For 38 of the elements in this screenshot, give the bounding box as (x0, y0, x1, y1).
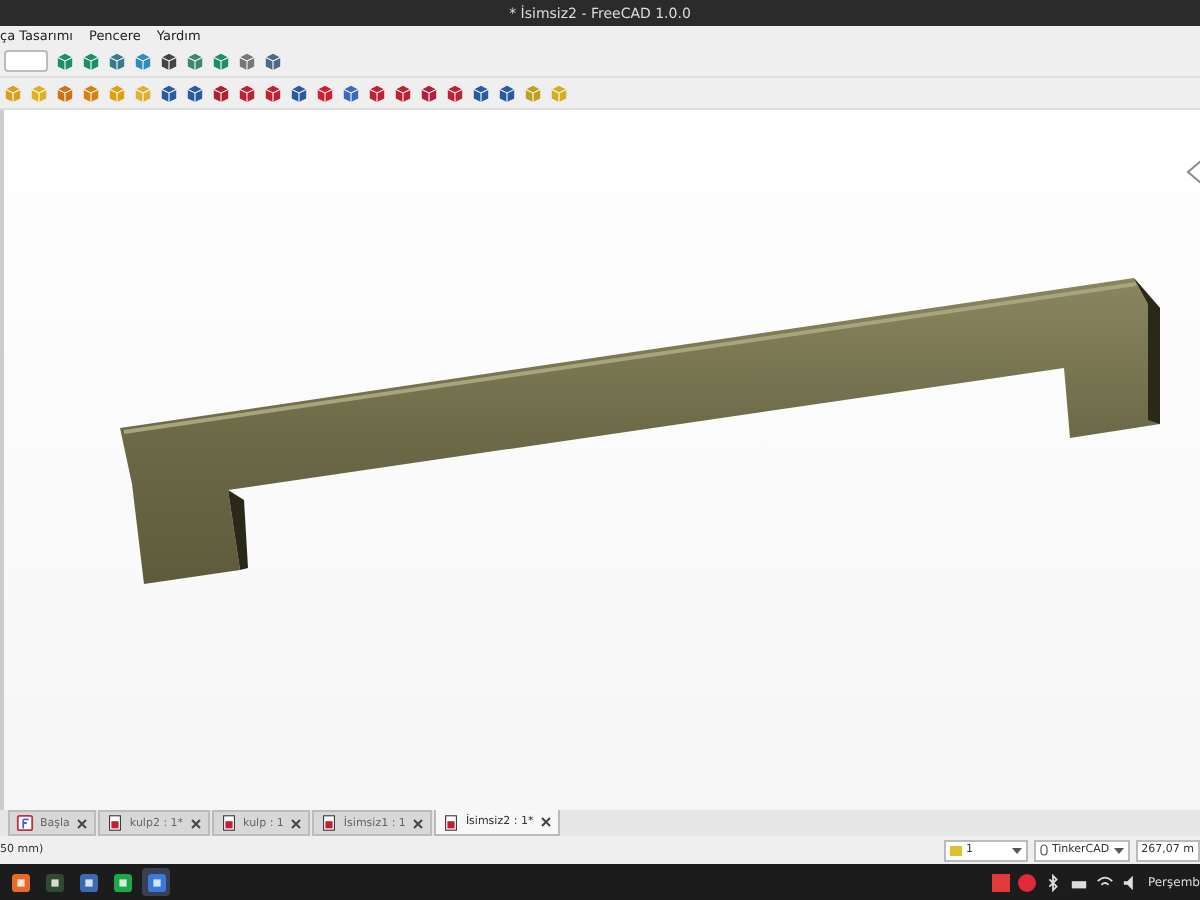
start-page-icon (16, 814, 34, 832)
cube-icon[interactable] (160, 84, 178, 102)
caret-icon (1113, 847, 1124, 853)
close-icon[interactable] (411, 817, 424, 829)
cube-icon[interactable] (316, 84, 334, 102)
box-icon[interactable] (82, 84, 100, 102)
cube-icon[interactable] (420, 84, 438, 102)
close-icon[interactable] (75, 817, 88, 829)
cube-icon[interactable] (264, 84, 282, 102)
cube-view-icon[interactable] (108, 52, 126, 70)
document-icon (319, 814, 338, 832)
mouse-icon (1039, 844, 1048, 856)
cube-icon[interactable] (212, 84, 230, 102)
cabinet-handle-drawing[interactable] (120, 278, 1160, 584)
document-icon (441, 813, 460, 831)
taskbar-app[interactable] (108, 868, 136, 896)
bluetooth-icon[interactable] (1043, 873, 1062, 891)
close-icon[interactable] (189, 817, 202, 829)
box-icon[interactable] (56, 84, 74, 102)
cube-icon[interactable] (394, 84, 412, 102)
document-icon (105, 814, 124, 832)
navigation-arrow-icon[interactable] (1186, 157, 1200, 187)
cube-icon[interactable] (186, 84, 204, 102)
caret-icon (1011, 847, 1022, 853)
close-icon[interactable] (289, 817, 302, 829)
taskbar-app[interactable] (74, 868, 102, 896)
cube-icon[interactable] (186, 52, 204, 70)
cube-icon[interactable] (238, 84, 256, 102)
3d-viewport[interactable] (0, 110, 1200, 810)
document-icon (219, 814, 238, 832)
wifi-icon[interactable] (1095, 873, 1114, 891)
cube-icon[interactable] (446, 84, 464, 102)
close-icon[interactable] (539, 816, 552, 828)
taskbar-app[interactable] (6, 868, 34, 896)
cube-icon[interactable] (290, 84, 308, 102)
taskbar-app[interactable] (142, 868, 170, 896)
taskbar-app[interactable] (40, 868, 68, 896)
cube-icon[interactable] (368, 84, 386, 102)
